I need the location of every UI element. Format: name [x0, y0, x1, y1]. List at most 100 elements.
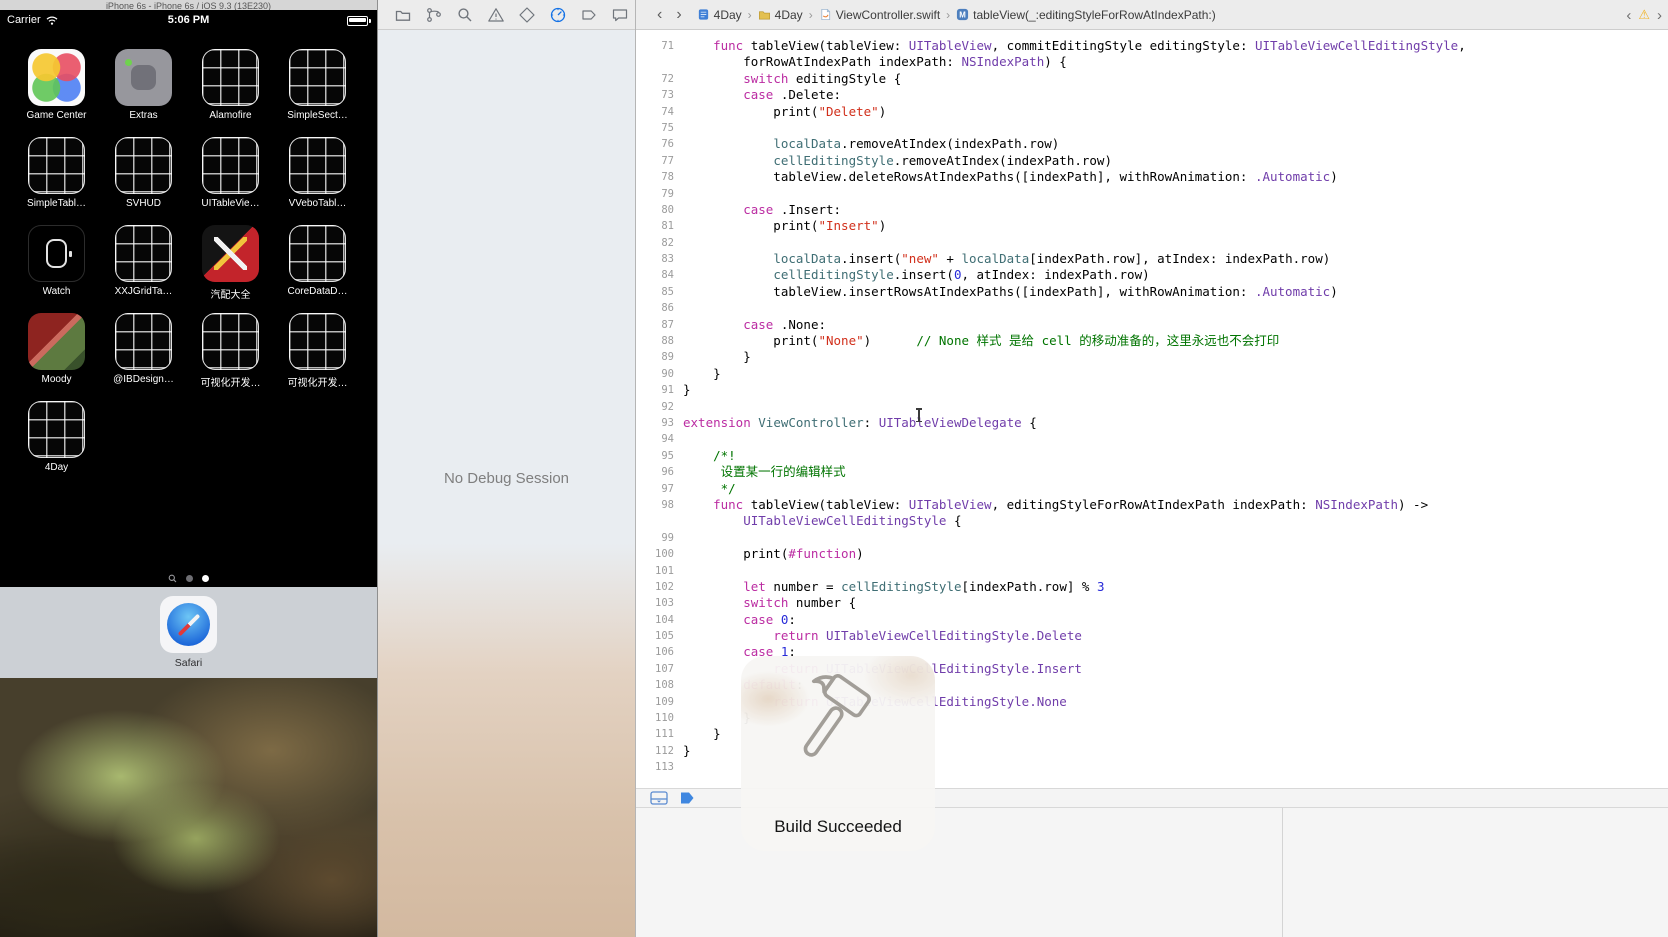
wire-app-icon[interactable] — [202, 49, 259, 106]
line-number[interactable]: 77 — [636, 153, 683, 169]
line-number[interactable]: 86 — [636, 300, 683, 316]
wire-app-icon[interactable] — [28, 137, 85, 194]
line-number[interactable] — [636, 54, 683, 70]
wire-app-icon[interactable] — [28, 401, 85, 458]
wire-app-icon[interactable] — [289, 225, 346, 282]
app-simpletabl[interactable]: SimpleTabl… — [13, 137, 100, 225]
app-item[interactable]: 可视化开发… — [274, 313, 361, 401]
line-number[interactable]: 89 — [636, 349, 683, 365]
safari-app-icon[interactable] — [160, 596, 217, 653]
breadcrumb-item-tableview-editingstyleforrowatindexpath[interactable]: MtableView(_:editingStyleForRowAtIndexPa… — [956, 8, 1216, 22]
console-view[interactable] — [1283, 808, 1668, 937]
line-number[interactable]: 82 — [636, 235, 683, 251]
app-safari[interactable]: Safari — [145, 596, 232, 669]
forward-button[interactable]: › — [669, 6, 688, 24]
test-navigator-icon[interactable] — [518, 6, 536, 24]
issue-navigator-icon[interactable] — [487, 6, 505, 24]
project-navigator-icon[interactable] — [394, 6, 412, 24]
line-number[interactable]: 85 — [636, 284, 683, 300]
line-number[interactable]: 101 — [636, 563, 683, 579]
watch-app-icon[interactable] — [28, 225, 85, 282]
breakpoints-toggle-button[interactable] — [678, 791, 696, 805]
line-number[interactable]: 103 — [636, 595, 683, 611]
app-moody[interactable]: Moody — [13, 313, 100, 401]
app-simplesect[interactable]: SimpleSect… — [274, 49, 361, 137]
breadcrumb-item-4day[interactable]: 4Day — [697, 8, 742, 22]
find-navigator-icon[interactable] — [456, 6, 474, 24]
toggle-debug-area-button[interactable] — [650, 791, 668, 805]
line-number[interactable]: 88 — [636, 333, 683, 349]
wire-app-icon[interactable] — [289, 49, 346, 106]
app-uitablevie[interactable]: UITableVie… — [187, 137, 274, 225]
line-number[interactable]: 95 — [636, 448, 683, 464]
app-game-center[interactable]: Game Center — [13, 49, 100, 137]
line-number[interactable]: 72 — [636, 71, 683, 87]
app-extras[interactable]: Extras — [100, 49, 187, 137]
line-number[interactable]: 81 — [636, 218, 683, 234]
wire-app-icon[interactable] — [289, 137, 346, 194]
line-number[interactable]: 80 — [636, 202, 683, 218]
wire-app-icon[interactable] — [289, 313, 346, 370]
back-button[interactable]: ‹ — [650, 6, 669, 24]
breadcrumb-item-4day[interactable]: 4Day — [758, 8, 803, 22]
page-indicator[interactable] — [0, 574, 377, 583]
app-alamofire[interactable]: Alamofire — [187, 49, 274, 137]
line-number[interactable]: 71 — [636, 38, 683, 54]
line-number[interactable]: 113 — [636, 759, 683, 775]
app-watch[interactable]: Watch — [13, 225, 100, 313]
debug-navigator-icon[interactable] — [549, 6, 567, 24]
wire-app-icon[interactable] — [202, 313, 259, 370]
line-number[interactable]: 91 — [636, 382, 683, 398]
line-number[interactable]: 110 — [636, 710, 683, 726]
simulator-titlebar[interactable]: iPhone 6s - iPhone 6s / iOS 9.3 (13E230) — [0, 0, 377, 10]
variables-view[interactable] — [636, 808, 1283, 937]
line-number[interactable]: 99 — [636, 530, 683, 546]
extras-app-icon[interactable] — [115, 49, 172, 106]
wire-app-icon[interactable] — [202, 137, 259, 194]
line-number[interactable]: 109 — [636, 694, 683, 710]
line-number[interactable]: 74 — [636, 104, 683, 120]
next-issue-button[interactable]: › — [1657, 7, 1662, 24]
line-number[interactable]: 106 — [636, 644, 683, 660]
app-vvebotabl[interactable]: VVeboTabl… — [274, 137, 361, 225]
app-ibdesign[interactable]: @IBDesign… — [100, 313, 187, 401]
app-item[interactable]: 汽配大全 — [187, 225, 274, 313]
app-coredatad[interactable]: CoreDataD… — [274, 225, 361, 313]
line-number[interactable] — [636, 513, 683, 529]
line-number[interactable]: 78 — [636, 169, 683, 185]
line-number[interactable]: 105 — [636, 628, 683, 644]
line-number[interactable]: 87 — [636, 317, 683, 333]
source-control-navigator-icon[interactable] — [425, 6, 443, 24]
line-number[interactable]: 112 — [636, 743, 683, 759]
line-number[interactable]: 94 — [636, 431, 683, 447]
breakpoint-navigator-icon[interactable] — [580, 6, 598, 24]
line-number[interactable]: 98 — [636, 497, 683, 513]
line-number[interactable]: 83 — [636, 251, 683, 267]
line-number[interactable]: 102 — [636, 579, 683, 595]
moody-app-icon[interactable] — [28, 313, 85, 370]
line-number[interactable]: 100 — [636, 546, 683, 562]
line-number[interactable]: 92 — [636, 399, 683, 415]
line-number[interactable]: 76 — [636, 136, 683, 152]
line-number[interactable]: 90 — [636, 366, 683, 382]
line-number[interactable]: 79 — [636, 186, 683, 202]
tools-app-icon[interactable] — [202, 225, 259, 282]
line-number[interactable]: 73 — [636, 87, 683, 103]
line-number[interactable]: 84 — [636, 267, 683, 283]
app-svhud[interactable]: SVHUD — [100, 137, 187, 225]
line-number[interactable]: 104 — [636, 612, 683, 628]
line-number[interactable]: 108 — [636, 677, 683, 693]
line-number[interactable]: 107 — [636, 661, 683, 677]
wire-app-icon[interactable] — [115, 225, 172, 282]
line-number[interactable]: 93 — [636, 415, 683, 431]
app-4day[interactable]: 4Day — [13, 401, 100, 489]
report-navigator-icon[interactable] — [611, 6, 629, 24]
wire-app-icon[interactable] — [115, 313, 172, 370]
app-item[interactable]: 可视化开发… — [187, 313, 274, 401]
line-number[interactable]: 75 — [636, 120, 683, 136]
line-number[interactable]: 111 — [636, 726, 683, 742]
line-number[interactable]: 96 — [636, 464, 683, 480]
breadcrumb-item-viewcontroller-swift[interactable]: ViewController.swift — [819, 8, 940, 22]
gamecenter-app-icon[interactable] — [28, 49, 85, 106]
app-xxjgridta[interactable]: XXJGridTa… — [100, 225, 187, 313]
